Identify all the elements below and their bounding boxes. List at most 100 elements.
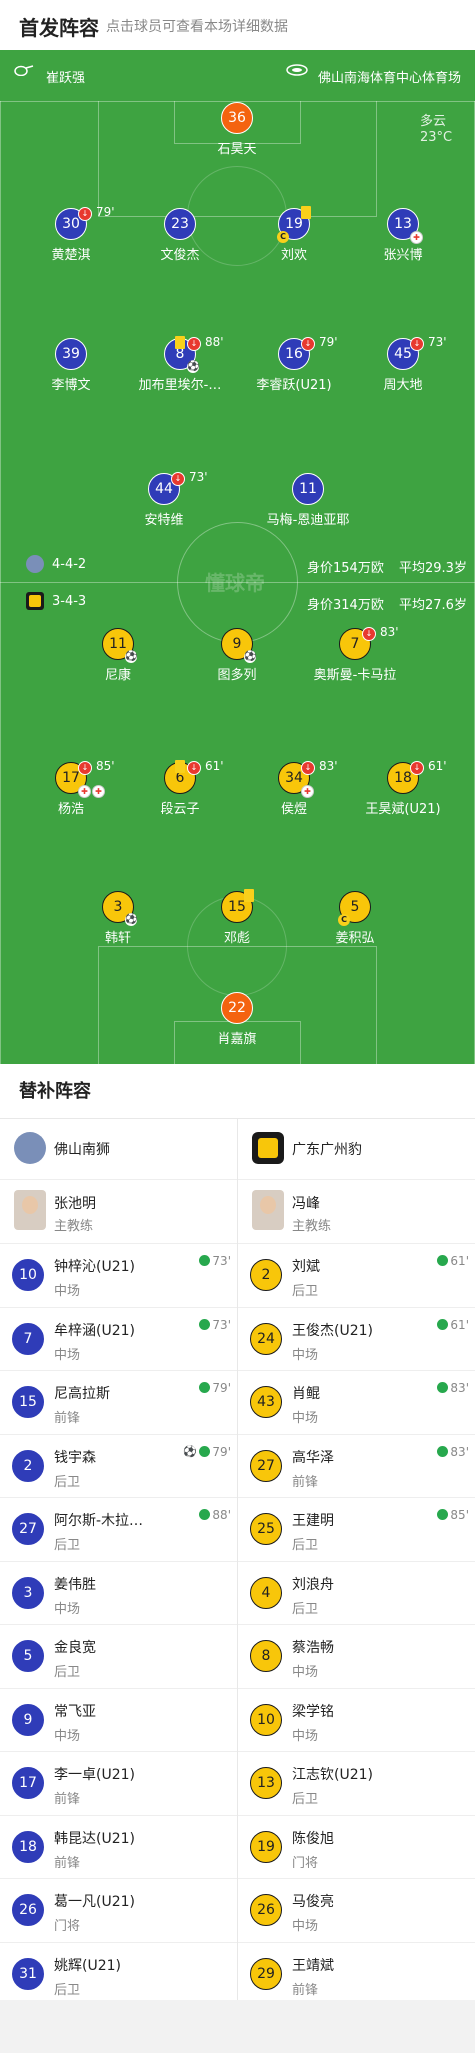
lineup-header: 首发阵容 点击球员可查看本场详细数据: [0, 0, 475, 50]
substitute-row[interactable]: 27 阿尔斯-木拉… 后卫 88': [0, 1498, 237, 1562]
player-number: 31: [12, 1957, 44, 1990]
substitute-row[interactable]: 3 姜伟胜 中场: [0, 1562, 237, 1625]
substitute-row[interactable]: 24 王俊杰(U21) 中场 61': [238, 1308, 475, 1371]
substitute-row[interactable]: 43 肖鲲 中场 83': [238, 1371, 475, 1435]
substitutes-title: 替补阵容: [19, 1081, 91, 1102]
substitute-row[interactable]: 8 蔡浩畅 中场: [238, 1625, 475, 1689]
player-away-defender[interactable]: 3 ⚽ 韩轩: [58, 891, 178, 946]
sub-on-icon: [199, 1509, 211, 1520]
player-name: 王昊斌(U21): [365, 802, 441, 817]
sub-on-indicator: 83': [437, 1381, 469, 1395]
player-number: 25: [250, 1513, 282, 1545]
away-coach-row[interactable]: 冯峰 主教练: [238, 1180, 475, 1244]
player-name: 肖鲲: [292, 1386, 320, 1402]
player-away-defender[interactable]: 5 C 姜积弘: [295, 891, 415, 946]
player-away-goalkeeper[interactable]: 22 肖嘉旗: [177, 992, 297, 1047]
pitch: 崔跃强 佛山南海体育中心体育场 多云 23°C 懂球帝 4-4-2 身价154万…: [0, 50, 475, 1064]
player-name: 尼高拉斯: [54, 1386, 110, 1402]
substitute-row[interactable]: 26 葛一凡(U21) 门将: [0, 1879, 237, 1943]
player-home-defender[interactable]: 13 ✚ 张兴博: [343, 208, 463, 263]
bandage-icon: ✚: [92, 785, 105, 798]
player-number: 27: [250, 1449, 282, 1482]
substitute-row[interactable]: 7 牟梓涵(U21) 中场 73': [0, 1308, 237, 1371]
player-home-midfielder[interactable]: 8 ↓ 88' ⚽ 加布里埃尔-…: [120, 335, 240, 393]
player-name: 高华泽: [292, 1449, 334, 1466]
coach-name: 张池明: [54, 1196, 96, 1212]
sub-on-icon: [437, 1255, 449, 1266]
home-team-value: 身价154万欧: [307, 561, 384, 576]
player-number: 8: [250, 1640, 282, 1672]
substitute-row[interactable]: 4 刘浪舟 后卫: [238, 1562, 475, 1625]
substitute-row[interactable]: 2 刘斌 后卫 61': [238, 1244, 475, 1308]
player-away-defender[interactable]: 15 邓彪: [177, 889, 297, 946]
substitute-row[interactable]: 15 尼高拉斯 前锋 79': [0, 1371, 237, 1435]
player-number: 4: [250, 1576, 282, 1609]
substitute-row[interactable]: 10 钟梓沁(U21) 中场 73': [0, 1244, 237, 1308]
player-away-midfielder[interactable]: 17 ↓ 85' ✚ ✚ 杨浩: [11, 759, 131, 817]
substitute-row[interactable]: 2 钱宇森 后卫 79' ⚽: [0, 1435, 237, 1498]
player-position: 中场: [292, 1728, 319, 1744]
player-away-forward[interactable]: 7 ↓ 83' 奥斯曼-卡马拉: [295, 625, 415, 683]
venue-name: 佛山南海体育中心体育场: [318, 71, 462, 86]
substitute-row[interactable]: 25 王建明 后卫 85': [238, 1498, 475, 1562]
team-name: 佛山南狮: [54, 1142, 110, 1158]
player-position: 后卫: [54, 1665, 81, 1680]
player-name: 马梅-恩迪亚耶: [266, 513, 350, 528]
player-home-forward[interactable]: 44 ↓ 73' 安特维: [104, 470, 224, 528]
substitute-row[interactable]: 27 高华泽 前锋 83': [238, 1435, 475, 1498]
player-home-defender[interactable]: 23 文俊杰: [120, 208, 240, 263]
home-coach-row[interactable]: 张池明 主教练: [0, 1180, 237, 1244]
player-home-defender[interactable]: 19 C 刘欢: [234, 206, 354, 263]
player-away-forward[interactable]: 11 ⚽ 尼康: [58, 628, 178, 683]
player-number: 18: [12, 1830, 44, 1863]
player-home-defender[interactable]: 30 ↓ 79' 黄楚淇: [11, 205, 131, 263]
sub-on-icon: [437, 1382, 449, 1393]
player-position: 中场: [292, 1411, 319, 1426]
substitute-row[interactable]: 10 梁学铭 中场: [238, 1689, 475, 1752]
player-number: 39: [62, 346, 80, 362]
substitute-row[interactable]: 9 常飞亚 中场: [0, 1689, 237, 1752]
sub-off-icon: ↓: [301, 337, 315, 351]
sub-time: 79': [212, 1444, 231, 1459]
sub-off-icon: ↓: [78, 761, 92, 775]
home-team-row[interactable]: 佛山南狮: [0, 1118, 237, 1180]
player-away-midfielder[interactable]: 18 ↓ 61' 王昊斌(U21): [343, 759, 463, 817]
player-away-midfielder[interactable]: 34 ↓ 83' ✚ 侯煜: [234, 759, 354, 817]
player-position: 后卫: [292, 1538, 319, 1553]
substitute-row[interactable]: 31 姚辉(U21) 后卫: [0, 1943, 237, 2006]
sub-on-indicator: 73': [199, 1318, 231, 1332]
sub-off-icon: ↓: [187, 337, 201, 351]
coach-avatar: [14, 1190, 46, 1230]
player-home-midfielder[interactable]: 45 ↓ 73' 周大地: [343, 335, 463, 393]
sub-off-icon: ↓: [301, 761, 315, 775]
sub-off-icon: ↓: [78, 207, 92, 221]
player-name: 安特维: [144, 513, 184, 528]
player-home-forward[interactable]: 11 马梅-恩迪亚耶: [248, 473, 368, 528]
away-formation: 3-4-3: [52, 594, 87, 609]
player-home-goalkeeper[interactable]: 36 石昊天: [177, 102, 297, 157]
player-number: 23: [171, 216, 189, 232]
player-away-forward[interactable]: 9 ⚽ 图多列: [177, 628, 297, 683]
substitute-row[interactable]: 18 韩昆达(U21) 前锋: [0, 1816, 237, 1879]
player-name: 韩昆达(U21): [54, 1830, 135, 1847]
player-name: 尼康: [104, 668, 131, 683]
player-home-midfielder[interactable]: 16 ↓ 79' 李睿跃(U21): [234, 335, 354, 393]
substitute-row[interactable]: 5 金良宽 后卫: [0, 1625, 237, 1689]
coach-avatar: [252, 1190, 284, 1230]
player-number: 24: [250, 1322, 282, 1355]
player-number: 17: [12, 1767, 44, 1799]
away-team-row[interactable]: 广东广州豹: [238, 1118, 475, 1180]
home-team-logo: [14, 1132, 46, 1164]
player-name: 常飞亚: [54, 1703, 96, 1720]
lineup-title: 首发阵容: [19, 16, 99, 40]
goal-ball-icon: ⚽: [125, 651, 138, 663]
substitute-row[interactable]: 26 马俊亮 中场: [238, 1879, 475, 1943]
sub-on-icon: [199, 1382, 211, 1393]
substitute-row[interactable]: 13 江志钦(U21) 后卫: [238, 1752, 475, 1816]
player-away-midfielder[interactable]: 6 ↓ 61' 段云子: [120, 759, 240, 817]
player-home-midfielder[interactable]: 39 李博文: [11, 338, 131, 393]
yellow-card-icon: [175, 760, 185, 773]
substitute-row[interactable]: 17 李一卓(U21) 前锋: [0, 1752, 237, 1816]
substitute-row[interactable]: 29 王靖斌 前锋: [238, 1943, 475, 2006]
substitute-row[interactable]: 19 陈俊旭 门将: [238, 1816, 475, 1879]
